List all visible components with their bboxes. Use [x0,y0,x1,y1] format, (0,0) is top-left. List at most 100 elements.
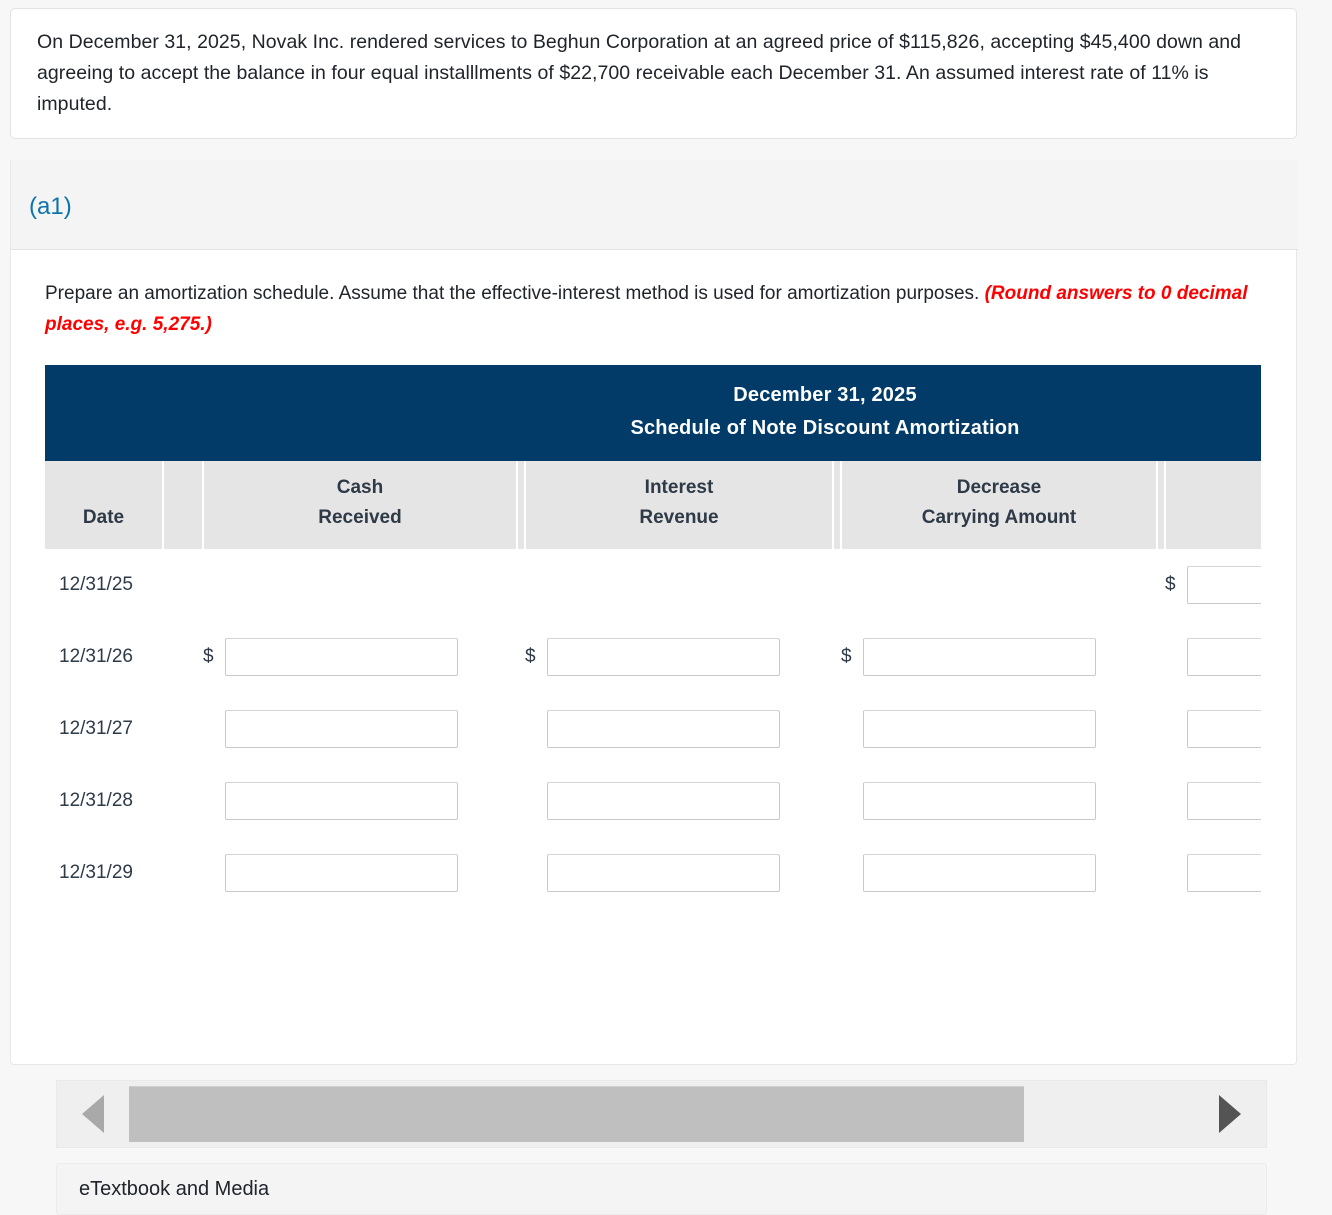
amortization-schedule-table: December 31, 2025 Schedule of Note Disco… [45,365,1261,909]
table-row: 12/31/27$$$$ [45,693,1261,765]
column-header-interest-line2: Revenue [639,507,719,528]
column-header-decrease-line2: Carrying Amount [921,507,1077,528]
input-decrease-carrying-amount-row-2[interactable] [863,638,1096,676]
table-row: 12/31/26 $ $ $ $ [45,621,1261,693]
row-spacer-2 [517,549,525,621]
input-interest-revenue-row-4[interactable] [547,782,780,820]
question-card: (a1) Prepare an amortization schedule. A… [10,160,1298,1215]
column-header-decrease-line1: Decrease [956,477,1042,498]
table-row: 12/31/28$$$$ [45,765,1261,837]
row-date-12-31-25: 12/31/25 [45,549,163,621]
horizontal-scrollbar[interactable] [56,1080,1267,1148]
input-decrease-carrying-amount-row-3[interactable] [863,710,1096,748]
input-carrying-amount-of-note-row-4[interactable] [1187,782,1261,820]
scroll-left-button[interactable] [57,1081,129,1147]
table-row: 12/31/29$$$$ [45,837,1261,909]
row-spacer-4 [1157,765,1165,837]
row-spacer-3 [833,549,841,621]
column-header-date-line2: Date [82,507,125,528]
scroll-right-button[interactable] [1194,1081,1266,1147]
etextbook-and-media-bar[interactable]: eTextbook and Media [56,1163,1267,1215]
cell-cash-received-row-2: $ [203,621,517,693]
input-cash-received-row-4[interactable] [225,782,458,820]
input-carrying-amount-of-note-row-1[interactable] [1187,566,1261,604]
column-header-row: Date Cash Received Interest Revenue Decr… [45,461,1261,549]
row-spacer-2 [517,837,525,909]
row-date-12-31-29: 12/31/29 [45,837,163,909]
row-spacer-4 [1157,621,1165,693]
dollar-sign: $ [1165,574,1176,595]
column-header-carrying-line1: Carrying [1172,473,1261,503]
part-header-band: (a1) [11,160,1298,250]
row-spacer-4 [1157,693,1165,765]
cell-cash-received-row-5: $ [203,837,517,909]
input-interest-revenue-row-2[interactable] [547,638,780,676]
cell-interest-revenue-row-2: $ [525,621,833,693]
input-cash-received-row-5[interactable] [225,854,458,892]
instructions-main: Prepare an amortization schedule. Assume… [45,283,985,304]
row-spacer-1 [163,549,203,621]
scrollbar-track[interactable] [129,1086,1194,1142]
schedule-body: 12/31/25$12/31/26$$$$12/31/27$$$$12/31/2… [45,549,1261,909]
column-header-cash-received: Cash Received [203,461,518,549]
input-cash-received-row-2[interactable] [225,638,458,676]
triangle-right-icon [1219,1095,1241,1133]
cell-decrease-carrying-amount-row-1 [841,549,1157,621]
column-header-carrying-line2: Amount of Note [1172,503,1261,533]
etextbook-and-media-label: eTextbook and Media [79,1177,270,1200]
cell-cash-received-row-3: $ [203,693,517,765]
column-header-spacer-1 [163,461,204,549]
input-cash-received-row-3[interactable] [225,710,458,748]
input-carrying-amount-of-note-row-2[interactable] [1187,638,1261,676]
cell-interest-revenue-row-5: $ [525,837,833,909]
row-spacer-4 [1157,837,1165,909]
table-row: 12/31/25 $ [45,549,1261,621]
row-spacer-1 [163,621,203,693]
cell-cash-received-row-1 [203,549,517,621]
column-header-cash-line1: Cash [336,477,384,498]
schedule-scroll-container[interactable]: December 31, 2025 Schedule of Note Disco… [45,365,1261,910]
cell-carrying-amount-of-note-row-1: $ [1165,549,1261,621]
column-header-decrease-carrying-amount: Decrease Carrying Amount [841,461,1158,549]
column-header-spacer-3 [833,461,842,549]
column-header-interest-line1: Interest [644,477,714,498]
dollar-sign: $ [841,646,852,667]
row-spacer-2 [517,693,525,765]
input-carrying-amount-of-note-row-5[interactable] [1187,854,1261,892]
row-date-12-31-27: 12/31/27 [45,693,163,765]
row-date-12-31-28: 12/31/28 [45,765,163,837]
input-decrease-carrying-amount-row-4[interactable] [863,782,1096,820]
dollar-sign: $ [203,646,214,667]
input-interest-revenue-row-5[interactable] [547,854,780,892]
problem-statement-text: On December 31, 2025, Novak Inc. rendere… [37,31,1242,115]
column-header-spacer-4 [1157,461,1166,549]
column-header-interest-revenue: Interest Revenue [525,461,834,549]
row-spacer-2 [517,621,525,693]
cell-carrying-amount-of-note-row-4: $ [1165,765,1261,837]
row-spacer-1 [163,765,203,837]
column-header-carrying-amount-of-note: Carrying Amount of Note [1165,461,1261,549]
column-header-date: Date [45,461,164,549]
row-spacer-1 [163,837,203,909]
cell-interest-revenue-row-4: $ [525,765,833,837]
column-header-cash-line2: Received [318,507,402,528]
part-label: (a1) [29,193,72,220]
cell-carrying-amount-of-note-row-5: $ [1165,837,1261,909]
cell-decrease-carrying-amount-row-4: $ [841,765,1157,837]
row-date-12-31-26: 12/31/26 [45,621,163,693]
cell-carrying-amount-of-note-row-2: $ [1165,621,1261,693]
row-spacer-3 [833,693,841,765]
dollar-sign: $ [525,646,536,667]
schedule-title-date: December 31, 2025 [733,384,917,406]
input-carrying-amount-of-note-row-3[interactable] [1187,710,1261,748]
problem-statement-card: On December 31, 2025, Novak Inc. rendere… [10,8,1297,139]
input-interest-revenue-row-3[interactable] [547,710,780,748]
row-spacer-3 [833,765,841,837]
schedule-title-cell: December 31, 2025 Schedule of Note Disco… [45,365,1261,461]
scrollbar-thumb[interactable] [129,1086,1024,1142]
row-spacer-4 [1157,549,1165,621]
cell-interest-revenue-row-1 [525,549,833,621]
cell-decrease-carrying-amount-row-2: $ [841,621,1157,693]
column-header-spacer-2 [517,461,526,549]
input-decrease-carrying-amount-row-5[interactable] [863,854,1096,892]
